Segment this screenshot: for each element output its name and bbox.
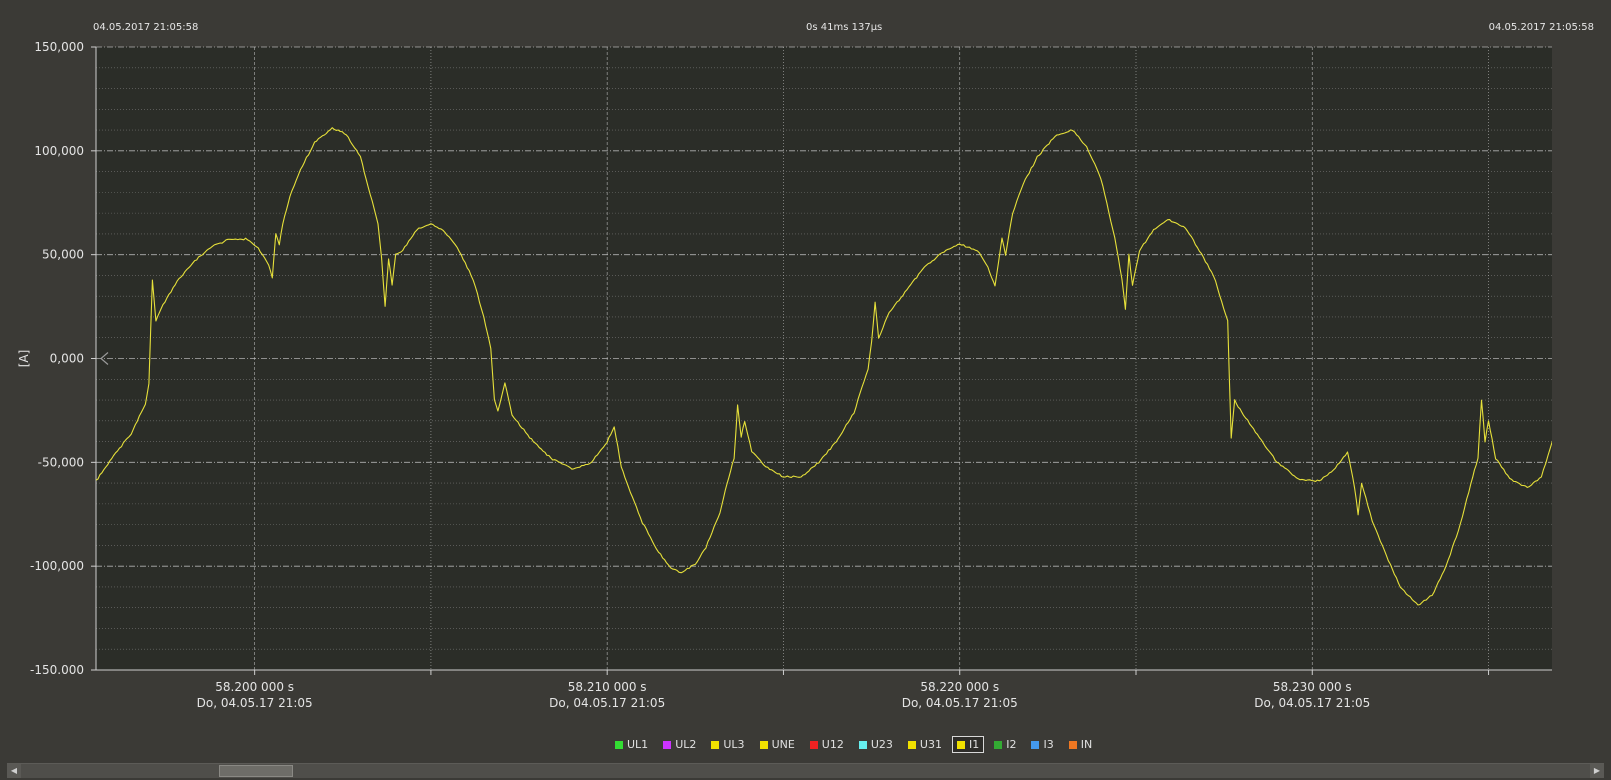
legend-swatch: [994, 740, 1003, 749]
legend-swatch: [809, 740, 818, 749]
legend-label: U23: [870, 738, 893, 751]
legend-item-u12[interactable]: U12: [805, 736, 849, 753]
legend-item-u23[interactable]: U23: [854, 736, 898, 753]
legend-label: I1: [968, 738, 980, 751]
legend-item-i1[interactable]: I1: [951, 736, 985, 753]
legend-label: UL3: [723, 738, 745, 751]
legend-item-ul3[interactable]: UL3: [706, 736, 749, 753]
legend-item-u31[interactable]: U31: [903, 736, 947, 753]
channel-legend: UL1 UL2 UL3 UNE U12 U23 U31 I1 I2 I3 IN: [610, 736, 1102, 753]
legend-swatch: [907, 740, 916, 749]
legend-item-i2[interactable]: I2: [989, 736, 1021, 753]
legend-item-in[interactable]: IN: [1064, 736, 1097, 753]
y-axis-ticks: 150,000 100,000 50,000 0,000 -50,000 -100,000…: [30, 40, 96, 677]
legend-swatch: [615, 740, 623, 749]
legend-swatch: [759, 740, 768, 749]
x-tick-sublabel: Do, 04.05.17 21:05: [197, 696, 313, 710]
y-tick-label: 100,000: [34, 144, 84, 158]
legend-swatch: [956, 740, 965, 749]
horizontal-scrollbar[interactable]: ◀ ▶: [7, 763, 1604, 778]
y-tick-label: -150.000: [30, 663, 84, 677]
y-tick-label: -100,000: [30, 559, 84, 573]
legend-swatch: [1068, 740, 1077, 749]
legend-swatch: [711, 740, 720, 749]
legend-item-une[interactable]: UNE: [755, 736, 800, 753]
legend-item-ul1[interactable]: UL1: [610, 736, 653, 753]
legend-item-ul2[interactable]: UL2: [658, 736, 701, 753]
arrow-right-icon[interactable]: ▶: [1590, 764, 1604, 778]
x-tick-sublabel: Do, 04.05.17 21:05: [549, 696, 665, 710]
legend-item-i3[interactable]: I3: [1026, 736, 1058, 753]
x-tick-label: 58.210 000 s: [568, 680, 647, 694]
waveform-viewer: 04.05.2017 21:05:58 0s 41ms 137µs 04.05.…: [0, 0, 1611, 780]
y-tick-label: 0,000: [50, 352, 84, 366]
y-tick-label: -50,000: [38, 455, 84, 469]
y-tick-label: 50,000: [42, 248, 84, 262]
x-tick-label: 58.200 000 s: [215, 680, 294, 694]
y-axis-label: [A]: [17, 350, 31, 368]
legend-swatch: [663, 740, 672, 749]
x-tick-sublabel: Do, 04.05.17 21:05: [1254, 696, 1370, 710]
legend-label: U12: [821, 738, 844, 751]
waveform-chart[interactable]: 150,000 100,000 50,000 0,000 -50,000 -100,000…: [0, 0, 1611, 780]
legend-swatch: [858, 740, 867, 749]
x-tick-sublabel: Do, 04.05.17 21:05: [902, 696, 1018, 710]
x-tick-label: 58.230 000 s: [1273, 680, 1352, 694]
legend-label: UL1: [627, 738, 649, 751]
x-axis-ticks: 58.200 000 s Do, 04.05.17 21:05 58.210 000…: [197, 670, 1490, 710]
legend-swatch: [1031, 740, 1040, 749]
scroll-thumb[interactable]: [219, 765, 293, 777]
legend-label: IN: [1080, 738, 1093, 751]
x-tick-label: 58.220 000 s: [920, 680, 999, 694]
arrow-left-icon[interactable]: ◀: [7, 764, 21, 778]
legend-label: I2: [1006, 738, 1017, 751]
legend-label: I3: [1043, 738, 1054, 751]
legend-label: UNE: [771, 738, 795, 751]
y-tick-label: 150,000: [34, 40, 84, 54]
legend-label: UL2: [675, 738, 697, 751]
legend-label: U31: [919, 738, 942, 751]
